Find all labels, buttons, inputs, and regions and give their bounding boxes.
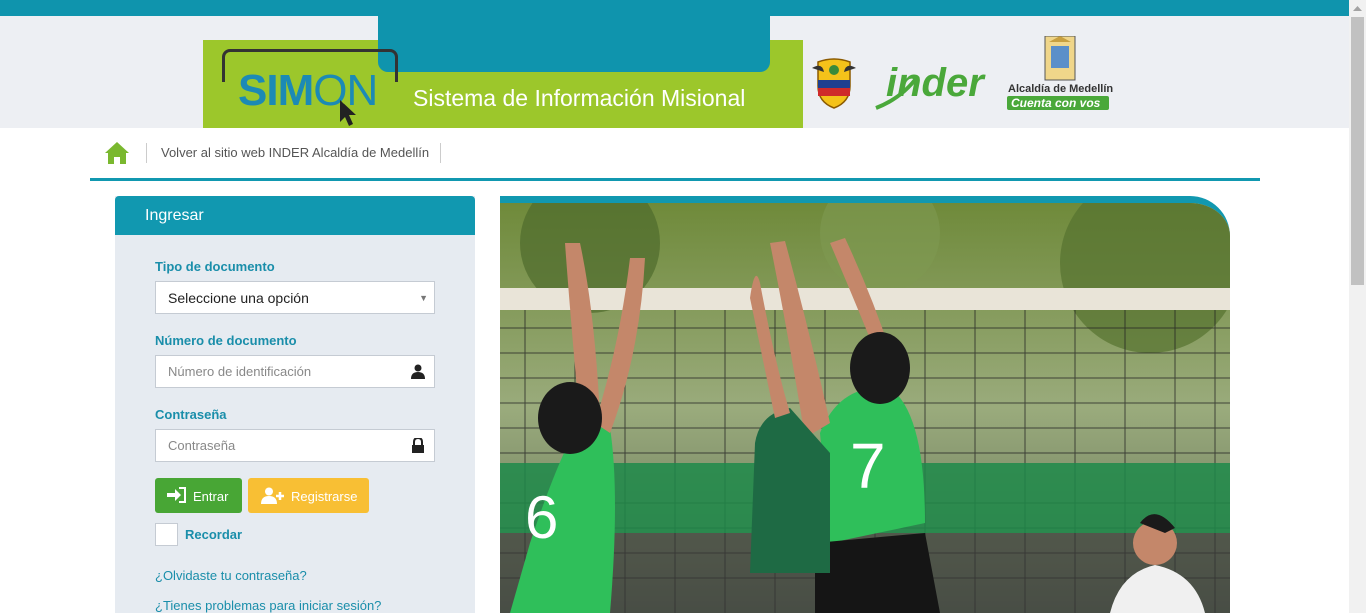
password-label: Contraseña xyxy=(155,407,227,422)
back-to-inder-link[interactable]: Volver al sitio web INDER Alcaldía de Me… xyxy=(161,145,429,160)
doc-type-label: Tipo de documento xyxy=(155,259,275,274)
login-header: Ingresar xyxy=(115,196,475,235)
volleyball-hero-image: 6 7 xyxy=(500,196,1230,613)
volleyball-photo: 6 7 xyxy=(500,203,1230,613)
jersey-number-left: 6 xyxy=(525,484,558,551)
entrar-button-label: Entrar xyxy=(193,489,229,504)
nav-divider xyxy=(146,143,147,163)
chevron-down-icon: ▼ xyxy=(419,293,428,303)
site-header: SIMON Sistema de Información Misional in… xyxy=(0,16,1349,128)
remember-checkbox[interactable] xyxy=(155,523,178,546)
lock-icon xyxy=(412,438,424,453)
user-icon xyxy=(411,364,425,379)
login-problems-link[interactable]: ¿Tienes problemas para iniciar sesión? xyxy=(155,598,381,613)
svg-text:Alcaldía de Medellín: Alcaldía de Medellín xyxy=(1008,83,1113,95)
registrarse-button-label: Registrarse xyxy=(291,489,358,504)
password-placeholder: Contraseña xyxy=(168,438,236,453)
password-input[interactable]: Contraseña xyxy=(155,429,435,462)
nav-divider xyxy=(440,143,441,163)
add-user-icon xyxy=(261,487,284,504)
top-accent-bar xyxy=(0,0,1349,16)
nav-bar: Volver al sitio web INDER Alcaldía de Me… xyxy=(90,128,1260,181)
doc-type-selected-value: Seleccione una opción xyxy=(168,290,309,306)
doc-number-placeholder: Número de identificación xyxy=(168,364,312,379)
banner-teal-tab xyxy=(378,16,770,72)
doc-type-select[interactable]: Seleccione una opción ▼ xyxy=(155,281,435,314)
remember-label: Recordar xyxy=(185,527,243,542)
scrollbar-thumb[interactable] xyxy=(1351,17,1364,285)
doc-number-input[interactable]: Número de identificación xyxy=(155,355,435,388)
inder-logo: inder xyxy=(875,61,986,110)
svg-text:Cuenta con vos: Cuenta con vos xyxy=(1011,96,1101,110)
vertical-scrollbar[interactable] xyxy=(1349,0,1366,613)
home-icon[interactable] xyxy=(104,141,130,165)
colombia-coat-of-arms-logo xyxy=(812,58,856,109)
sign-in-icon xyxy=(167,487,186,503)
login-panel: Ingresar Tipo de documento Seleccione un… xyxy=(115,196,475,613)
scroll-up-arrow-icon[interactable] xyxy=(1349,0,1366,17)
doc-number-label: Número de documento xyxy=(155,333,297,348)
login-title: Ingresar xyxy=(145,207,204,224)
banner-title: Sistema de Información Misional xyxy=(413,85,746,111)
alcaldia-medellin-logo: Alcaldía de Medellín Cuenta con vos xyxy=(1007,36,1113,110)
jersey-number-right: 7 xyxy=(850,430,886,502)
inder-logo-text: inder xyxy=(886,61,986,105)
registrarse-button[interactable]: Registrarse xyxy=(248,478,369,513)
entrar-button[interactable]: Entrar xyxy=(155,478,242,513)
cursor-icon xyxy=(340,100,356,126)
forgot-password-link[interactable]: ¿Olvidaste tu contraseña? xyxy=(155,568,307,583)
